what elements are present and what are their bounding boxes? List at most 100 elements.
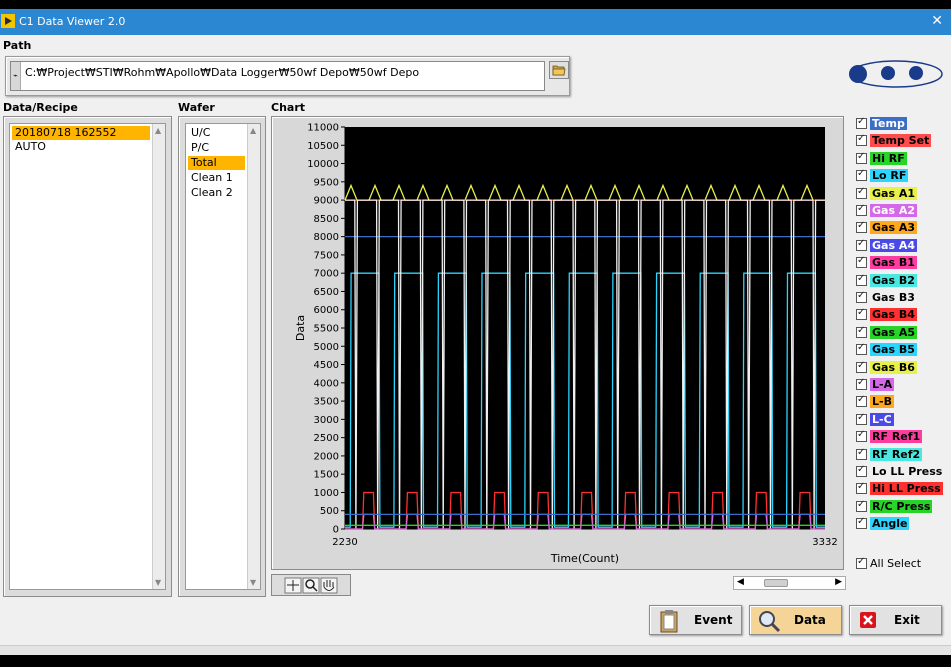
scroll-left-icon[interactable]: ◀ bbox=[737, 577, 744, 587]
legend-item[interactable]: Gas B2 bbox=[856, 273, 917, 288]
legend-label: Gas B5 bbox=[870, 343, 917, 357]
y-tick-label: 3500 bbox=[314, 397, 339, 408]
legend-item[interactable]: Hi LL Press bbox=[856, 481, 943, 496]
scroll-down-icon[interactable]: ▼ bbox=[155, 578, 161, 587]
checkbox[interactable] bbox=[856, 238, 867, 251]
legend-item[interactable]: Gas A3 bbox=[856, 220, 917, 235]
checkbox[interactable] bbox=[856, 255, 867, 269]
legend-item[interactable]: Temp bbox=[856, 116, 907, 131]
legend-label: Gas B6 bbox=[870, 360, 917, 374]
path-input[interactable]: ⌁ C:₩Project₩STI₩Rohm₩Apollo₩Data Logger… bbox=[10, 61, 545, 91]
list-item[interactable]: Total bbox=[188, 156, 245, 170]
legend-item[interactable]: Gas A1 bbox=[856, 186, 917, 201]
checkbox[interactable] bbox=[856, 116, 867, 129]
data-button-label: Data bbox=[794, 613, 826, 627]
legend-item[interactable]: Hi RF bbox=[856, 151, 907, 166]
checkbox[interactable] bbox=[856, 429, 867, 443]
checkbox[interactable] bbox=[856, 516, 867, 530]
line-chart[interactable]: 0 500 1000 1500 2000 2500 3000 3500 4000 4500 5000… bbox=[272, 117, 843, 569]
exit-button[interactable]: Exit bbox=[849, 605, 942, 635]
legend-item[interactable]: Gas A2 bbox=[856, 203, 917, 218]
checkbox[interactable] bbox=[856, 394, 867, 408]
legend-item[interactable]: Gas B3 bbox=[856, 290, 917, 305]
checkbox[interactable] bbox=[856, 290, 867, 303]
wafer-list[interactable]: U/C P/C Total Clean 1 Clean 2 ▲ ▼ bbox=[185, 123, 261, 590]
checkbox[interactable] bbox=[856, 273, 867, 286]
checkbox[interactable] bbox=[856, 203, 867, 216]
browse-folder-button[interactable] bbox=[549, 61, 569, 79]
list-item[interactable]: Clean 2 bbox=[188, 186, 245, 200]
legend-item[interactable]: L-C bbox=[856, 412, 894, 427]
list-item[interactable]: 20180718 162552 AUTO bbox=[12, 126, 150, 153]
legend-item[interactable]: Gas B1 bbox=[856, 255, 917, 270]
path-label: Path bbox=[3, 39, 32, 52]
exit-x-icon bbox=[860, 612, 876, 628]
status-strip bbox=[0, 645, 951, 655]
data-recipe-scrollbar[interactable]: ▲ ▼ bbox=[152, 124, 165, 589]
list-item[interactable]: Clean 1 bbox=[188, 171, 245, 185]
checkbox[interactable] bbox=[856, 499, 867, 512]
chart-label: Chart bbox=[271, 101, 306, 114]
checkbox[interactable] bbox=[856, 377, 867, 390]
list-item[interactable]: P/C bbox=[188, 141, 245, 155]
checkbox[interactable] bbox=[856, 220, 867, 234]
data-recipe-panel: 20180718 162552 AUTO ▲ ▼ bbox=[3, 116, 172, 597]
checkbox[interactable] bbox=[856, 481, 867, 495]
legend-label: Lo RF bbox=[870, 169, 909, 183]
checkbox[interactable] bbox=[856, 464, 867, 477]
legend-item[interactable]: Gas A4 bbox=[856, 238, 917, 253]
all-select-checkbox[interactable]: All Select bbox=[856, 556, 921, 571]
list-item[interactable]: U/C bbox=[188, 126, 245, 140]
checkbox[interactable] bbox=[856, 325, 867, 338]
scroll-right-icon[interactable]: ▶ bbox=[835, 577, 842, 587]
legend-item[interactable]: RF Ref2 bbox=[856, 447, 923, 462]
crosshair-icon[interactable] bbox=[284, 577, 302, 594]
event-button[interactable]: Event bbox=[649, 605, 742, 635]
legend-label: Gas B2 bbox=[870, 273, 917, 287]
legend-item[interactable]: Angle bbox=[856, 516, 910, 531]
y-tick-label: 10000 bbox=[307, 159, 339, 170]
legend-item[interactable]: Temp Set bbox=[856, 133, 932, 148]
checkbox[interactable] bbox=[856, 447, 867, 460]
legend-item[interactable]: RF Ref1 bbox=[856, 429, 923, 444]
legend-item[interactable]: Lo RF bbox=[856, 168, 909, 183]
y-tick-label: 9500 bbox=[314, 177, 339, 188]
bottom-border bbox=[0, 655, 951, 667]
legend-item[interactable]: Gas B5 bbox=[856, 342, 917, 357]
legend-item[interactable]: Gas A5 bbox=[856, 325, 917, 340]
legend-label: Gas B4 bbox=[870, 308, 917, 322]
y-tick-label: 7500 bbox=[314, 250, 339, 261]
checkbox[interactable] bbox=[856, 412, 867, 425]
legend-item[interactable]: Gas B4 bbox=[856, 307, 917, 322]
scroll-up-icon[interactable]: ▲ bbox=[155, 126, 161, 135]
checkbox[interactable] bbox=[856, 151, 867, 164]
y-tick-label: 9000 bbox=[314, 196, 339, 207]
data-recipe-list[interactable]: 20180718 162552 AUTO ▲ ▼ bbox=[9, 123, 166, 590]
y-tick-label: 2500 bbox=[314, 433, 339, 444]
y-tick-label: 10500 bbox=[307, 141, 339, 152]
y-tick-label: 1500 bbox=[314, 470, 339, 481]
chart-horizontal-scrollbar[interactable]: ◀ ▶ bbox=[733, 576, 846, 590]
wafer-scrollbar[interactable]: ▲ ▼ bbox=[247, 124, 260, 589]
legend-item[interactable]: L-A bbox=[856, 377, 895, 392]
path-tag-icon: ⌁ bbox=[11, 62, 21, 90]
legend-item[interactable]: L-B bbox=[856, 394, 894, 409]
checkbox[interactable] bbox=[856, 342, 867, 356]
checkbox[interactable] bbox=[856, 556, 867, 569]
scroll-thumb[interactable] bbox=[764, 579, 788, 587]
legend-item[interactable]: Lo LL Press bbox=[856, 464, 945, 479]
checkbox[interactable] bbox=[856, 307, 867, 321]
scroll-down-icon[interactable]: ▼ bbox=[250, 578, 256, 587]
pan-hand-icon[interactable] bbox=[320, 577, 338, 594]
checkbox[interactable] bbox=[856, 360, 867, 373]
checkbox[interactable] bbox=[856, 133, 867, 147]
legend-item[interactable]: Gas B6 bbox=[856, 360, 917, 375]
zoom-icon[interactable] bbox=[302, 577, 320, 594]
plot-area bbox=[345, 127, 825, 529]
close-icon[interactable]: ✕ bbox=[931, 13, 943, 29]
checkbox[interactable] bbox=[856, 186, 867, 199]
checkbox[interactable] bbox=[856, 168, 867, 182]
legend-item[interactable]: R/C Press bbox=[856, 499, 933, 514]
data-button[interactable]: Data bbox=[749, 605, 842, 635]
scroll-up-icon[interactable]: ▲ bbox=[250, 126, 256, 135]
